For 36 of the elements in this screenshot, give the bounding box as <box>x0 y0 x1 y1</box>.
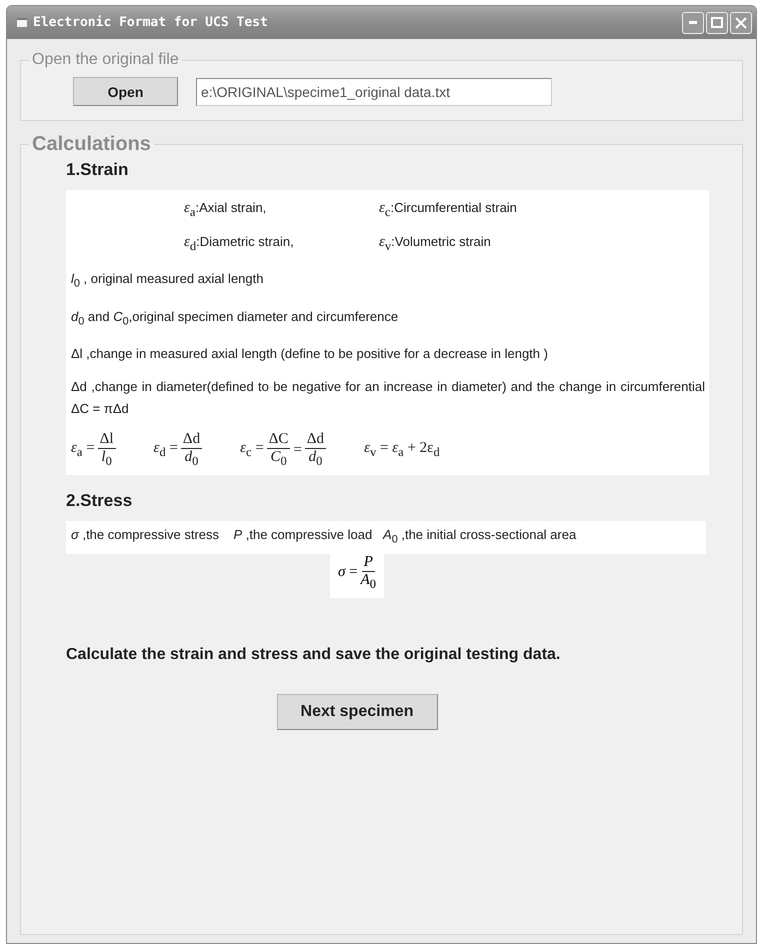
definition-text: Δd ,change in diameter(defined to be negative for an increase in diameter) and the change in circumferential ΔC = πΔd <box>71 378 705 418</box>
section-heading: 1.Strain <box>66 160 130 180</box>
definition-text: d$_{0}$ and C$_{0}$,original specimen diameter and circumference <box>71 308 400 330</box>
maximize-button[interactable] <box>706 12 728 34</box>
group-title: Calculations <box>31 133 152 156</box>
minimize-icon <box>689 21 697 24</box>
open-button[interactable]: Open <box>73 77 178 106</box>
equation-text: = <box>293 442 302 459</box>
equation-text: ε$_{a}$ = <box>71 440 95 460</box>
instruction-text: Calculate the strain and stress and save the original testing data. <box>66 646 562 664</box>
next-specimen-button[interactable]: Next specimen <box>276 694 438 730</box>
fraction: P A$_{0}$ <box>360 554 376 592</box>
fraction: ΔC C$_{0}$ <box>266 431 290 470</box>
definition-text: ε$_{v}$:Volumetric strain <box>379 234 492 254</box>
fraction: Δl l$_{0}$ <box>98 431 116 470</box>
section-heading: 2.Stress <box>66 491 134 512</box>
window-title: Electronic Format for UCS Test <box>33 15 269 30</box>
maximize-icon <box>711 17 723 28</box>
fraction: Δd d$_{0}$ <box>180 431 202 470</box>
definition-text: σ ,the compressive stress P ,the compressive load A$_{0}$ ,the initial cross-sectional area <box>66 521 706 554</box>
definition-text: Δl ,change in measured axial length (define to be positive for a decrease in length ) <box>71 345 549 364</box>
file-path-field[interactable]: e:\ORIGINAL\specime1_original data.txt <box>196 78 552 106</box>
definition-text: ε$_{d}$:Diametric strain, <box>184 234 295 254</box>
definition-text: l$_{0}$ , original measured axial length <box>71 270 264 292</box>
close-button[interactable] <box>730 12 752 34</box>
definition-text: ε$_{c}$:Circumferential strain <box>379 200 518 220</box>
group-title: Open the original file <box>31 51 180 69</box>
equation-text: ε$_{d}$ = <box>154 440 178 460</box>
equation-text: ε$_{v}$ = ε$_{a}$ + 2ε$_{d}$ <box>364 440 440 460</box>
window-icon <box>17 18 27 27</box>
close-icon <box>735 16 747 28</box>
fraction: Δd d$_{0}$ <box>304 431 326 470</box>
equation-text: ε$_{c}$ = <box>240 440 264 460</box>
definition-text: ε$_{a}$:Axial strain, <box>184 200 268 220</box>
equation-text: σ = <box>338 564 358 582</box>
minimize-button[interactable] <box>682 12 704 34</box>
